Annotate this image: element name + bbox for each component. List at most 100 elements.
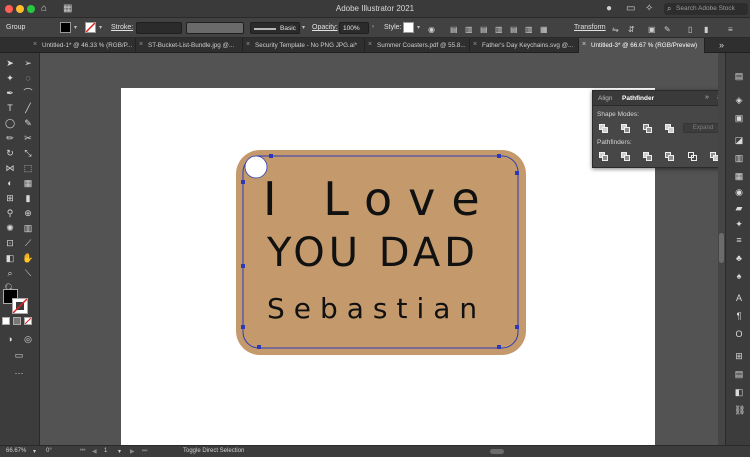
selection-tool-icon[interactable]: ➤ [4, 57, 16, 69]
opentype-icon[interactable]: O [734, 329, 744, 339]
appearance-icon[interactable]: ✦ [734, 219, 744, 229]
screen-mode-icon[interactable]: ▭ [13, 349, 25, 361]
close-icon[interactable]: × [582, 41, 586, 48]
close-icon[interactable]: × [246, 41, 250, 48]
divide-icon[interactable] [599, 152, 609, 161]
chevron-down-icon[interactable]: ▾ [99, 24, 102, 31]
last-artboard-icon[interactable]: ⏭ [142, 448, 147, 455]
ellipse-tool-icon[interactable]: ◯ [4, 117, 16, 129]
opacity-label[interactable]: Opacity: [312, 24, 338, 31]
trim-icon[interactable] [621, 152, 631, 161]
reflect-vertical-icon[interactable]: ⇵ [628, 24, 635, 36]
artboard[interactable]: I Love YOU DAD Sebastian [121, 88, 655, 445]
align-middle-icon[interactable]: ▤ [510, 24, 518, 36]
draw-inside-icon[interactable]: ◎ [22, 333, 34, 345]
collapse-icon[interactable]: » [705, 94, 709, 101]
opacity-field[interactable]: 100% [339, 22, 369, 34]
chevron-down-icon[interactable]: ▾ [302, 24, 305, 31]
chevron-right-icon[interactable]: › [372, 24, 374, 30]
tab-untitled-1[interactable]: × Untitled-1* @ 46.33 % (RGB/P... [30, 38, 136, 53]
slice-tool-icon[interactable]: ⟋ [22, 237, 34, 249]
brushes-icon[interactable]: ♠ [734, 271, 744, 281]
character-icon[interactable]: A [734, 293, 744, 303]
libraries-icon[interactable]: ▣ [734, 113, 744, 123]
transform-label[interactable]: Transform [574, 24, 606, 31]
draw-mode-icon[interactable]: ◑ [4, 333, 16, 345]
tab-untitled-3[interactable]: × Untitled-3* @ 66.67 % (RGB/Preview) [579, 38, 705, 53]
eraser-icon[interactable]: ◧ [4, 252, 16, 264]
align-top-icon[interactable]: ▥ [495, 24, 503, 36]
eyedropper-icon[interactable]: ⚲ [4, 207, 16, 219]
width-tool-icon[interactable]: ⋈ [4, 162, 16, 174]
magic-wand-icon[interactable]: ✦ [4, 72, 16, 84]
user-icon[interactable]: ● [606, 3, 612, 15]
distribute-icon[interactable]: ▦ [540, 24, 548, 36]
align-bottom-icon[interactable]: ▥ [525, 24, 533, 36]
zoom-tool-icon[interactable]: ⌕ [4, 267, 16, 279]
blend-tool-icon[interactable]: ⊕ [22, 207, 34, 219]
symbols-icon[interactable]: ♣ [734, 253, 744, 263]
reflect-horizontal-icon[interactable]: ⇋ [612, 24, 619, 36]
align-right-icon[interactable]: ▤ [480, 24, 488, 36]
scissors-icon[interactable]: ✂ [22, 132, 34, 144]
align-left-icon[interactable]: ▤ [450, 24, 458, 36]
symbol-sprayer-icon[interactable]: ✺ [4, 222, 16, 234]
stock-search-input[interactable]: ⌕ Search Adobe Stock [664, 3, 748, 15]
stroke-label[interactable]: Stroke: [111, 24, 133, 31]
perspective-grid-icon[interactable]: ▦ [22, 177, 34, 189]
exclude-icon[interactable] [665, 124, 675, 133]
type-tool-icon[interactable]: T [4, 102, 16, 114]
preferences-icon[interactable]: ▮ [704, 24, 708, 36]
none-mode-icon[interactable] [24, 317, 32, 325]
tab-summer-coasters[interactable]: × Summer Coasters.pdf @ 55.8... [365, 38, 470, 53]
previous-artboard-icon[interactable]: ◀ [92, 448, 97, 455]
arrange-icon[interactable]: ▭ [626, 3, 635, 15]
document-setup-icon[interactable]: ▯ [688, 24, 692, 36]
align-center-icon[interactable]: ▥ [465, 24, 473, 36]
column-graph-icon[interactable]: ▥ [22, 222, 34, 234]
layers-icon[interactable]: ◈ [734, 95, 744, 105]
rotate-view-field[interactable]: 0° [46, 448, 52, 454]
first-artboard-icon[interactable]: ⏮ [80, 448, 85, 455]
expand-button[interactable]: Expand [683, 123, 723, 133]
gradient-mode-icon[interactable] [13, 317, 21, 325]
next-artboard-icon[interactable]: ▶ [130, 448, 135, 455]
color-mode-icon[interactable] [2, 317, 10, 325]
merge-icon[interactable] [643, 152, 653, 161]
transform-panel-icon[interactable]: ⊞ [734, 351, 744, 361]
swatches-icon[interactable]: ▦ [734, 171, 744, 181]
graphic-style-swatch[interactable] [403, 22, 414, 33]
pen-tool-icon[interactable]: ✒ [4, 87, 16, 99]
rotate-tool-icon[interactable]: ↻ [4, 147, 16, 159]
chevron-down-icon[interactable]: ▾ [33, 448, 36, 455]
paintbrush-icon[interactable]: ✎ [22, 117, 34, 129]
pathfinder-panel-icon[interactable]: ◧ [734, 387, 744, 397]
unite-icon[interactable] [599, 124, 609, 133]
artboard-tool-icon[interactable]: ⊡ [4, 237, 16, 249]
shaper-tool-icon[interactable]: ✏ [4, 132, 16, 144]
brush-definition-field[interactable]: Basic [250, 22, 300, 34]
artboard-number-field[interactable]: 1 [104, 448, 107, 454]
recolor-icon[interactable]: ◉ [428, 24, 435, 36]
chevron-down-icon[interactable]: ▾ [118, 448, 121, 455]
links-icon[interactable]: ⛓ [734, 405, 745, 415]
chevron-down-icon[interactable]: ▾ [417, 24, 420, 31]
scale-tool-icon[interactable]: ⤡ [22, 147, 34, 159]
chevron-down-icon[interactable]: ▾ [74, 24, 77, 31]
color-guide-icon[interactable]: ▥ [734, 153, 744, 163]
tab-st-bucket-list[interactable]: × ST-Bucket-List-Bundle.jpg @... [136, 38, 243, 53]
intersect-icon[interactable] [643, 124, 653, 133]
color-icon[interactable]: ◪ [734, 135, 744, 145]
stroke-panel-icon[interactable]: ≡ [734, 235, 744, 245]
variable-width-field[interactable] [186, 22, 244, 34]
fill-swatch[interactable] [60, 22, 71, 33]
scroll-thumb[interactable] [719, 233, 724, 263]
zoom-level-field[interactable]: 66.67% [6, 448, 26, 454]
stroke-swatch[interactable] [85, 22, 96, 33]
paragraph-icon[interactable]: ¶ [734, 311, 744, 321]
transparency-icon[interactable]: ▰ [734, 203, 744, 213]
close-icon[interactable]: × [368, 41, 372, 48]
gradient-tool-icon[interactable]: ▮ [22, 192, 34, 204]
tab-align[interactable]: Align [598, 95, 612, 102]
minus-front-icon[interactable] [621, 124, 631, 133]
